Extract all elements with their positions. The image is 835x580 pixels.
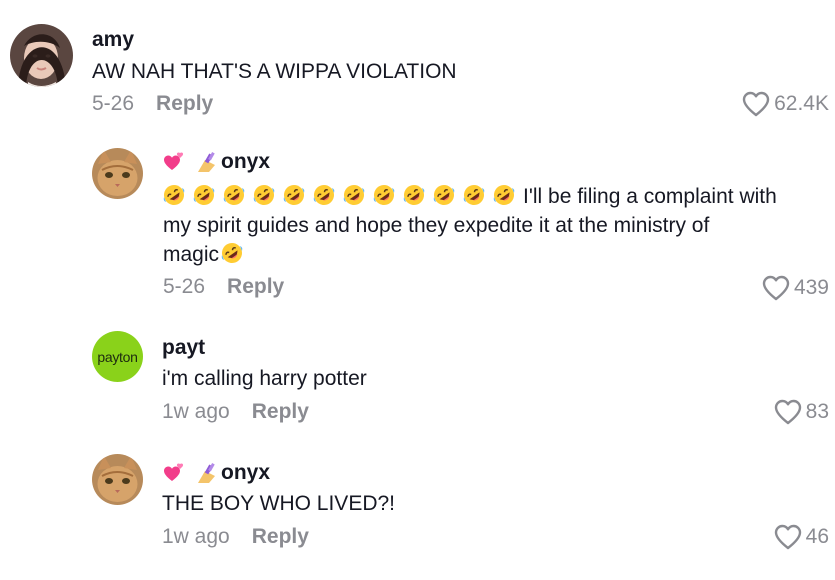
text-line-3: magic (163, 240, 828, 269)
heart-outline-icon (762, 275, 790, 301)
comment-text-onyx-2: THE BOY WHO LIVED?! (162, 492, 395, 515)
like-count: 439 (793, 276, 829, 299)
reply-button[interactable]: Reply (252, 525, 309, 548)
rolling-on-floor-laughing-emoji-icon (343, 184, 365, 206)
sparkling-hearts-emoji-icon (163, 151, 185, 173)
rolling-on-floor-laughing-emoji-icon (283, 184, 305, 206)
text-line-2: my spirit guides and hope they expedite … (163, 214, 710, 237)
reply-button[interactable]: Reply (156, 92, 213, 115)
reply-button[interactable]: Reply (227, 275, 284, 298)
rolling-on-floor-laughing-emoji-icon (433, 184, 455, 206)
comment-meta-onyx-2: 1w ago Reply (162, 525, 309, 549)
laugh-emoji-row (163, 185, 523, 208)
nail-polish-emoji-icon (195, 151, 217, 173)
text-line-3-content: magic (163, 243, 220, 266)
comment-text-payt: i'm calling harry potter (162, 367, 367, 390)
reply-button[interactable]: Reply (252, 400, 309, 423)
avatar-amy[interactable] (10, 24, 73, 87)
like-button-payt[interactable]: 83 (774, 399, 829, 425)
comment-meta-onyx-1: 5-26 Reply (163, 275, 284, 299)
username-payt[interactable]: payt (162, 336, 205, 360)
username-amy[interactable]: amy (92, 28, 134, 52)
sparkling-hearts-emoji-icon (163, 462, 185, 484)
username-text: amy (92, 28, 135, 51)
username-text: onyx (221, 150, 271, 173)
heart-outline-icon (742, 91, 770, 117)
like-button-onyx-2[interactable]: 46 (774, 524, 829, 550)
comment-payt: payton payt i'm calling harry potter 1w … (0, 310, 835, 435)
like-count: 83 (805, 400, 829, 423)
username-text: payt (162, 336, 206, 359)
username-onyx[interactable]: onyx (163, 461, 270, 485)
like-button-amy[interactable]: 62.4K (742, 91, 829, 117)
comment-date: 5-26 (163, 275, 206, 298)
username-text: onyx (221, 461, 271, 484)
username-onyx[interactable]: onyx (163, 150, 270, 174)
rolling-on-floor-laughing-emoji-icon (463, 184, 485, 206)
avatar-onyx[interactable] (92, 148, 143, 199)
rolling-on-floor-laughing-emoji-icon (193, 184, 215, 206)
avatar-onyx[interactable] (92, 454, 143, 505)
rolling-on-floor-laughing-emoji-icon (221, 242, 243, 264)
comment-amy: amy AW NAH THAT'S A WIPPA VIOLATION 5-26… (0, 0, 835, 130)
like-count: 46 (805, 525, 829, 548)
comment-date: 1w ago (162, 400, 230, 423)
heart-outline-icon (774, 524, 802, 550)
comment-text-amy: AW NAH THAT'S A WIPPA VIOLATION (92, 60, 457, 83)
heart-outline-icon (774, 399, 802, 425)
rolling-on-floor-laughing-emoji-icon (493, 184, 515, 206)
like-count: 62.4K (774, 92, 829, 115)
text-line-1-content: I'll be filing a complaint with (523, 185, 777, 208)
comment-text-onyx-1: I'll be filing a complaint with my spiri… (163, 182, 828, 269)
comment-date: 1w ago (162, 525, 230, 548)
comment-onyx-1: onyx I'll be filing a complaint with my … (0, 130, 835, 310)
rolling-on-floor-laughing-emoji-icon (163, 184, 185, 206)
avatar-text: payton (97, 348, 138, 365)
nail-polish-emoji-icon (195, 462, 217, 484)
comment-onyx-2: onyx THE BOY WHO LIVED?! 1w ago Reply 46 (0, 435, 835, 580)
comment-date: 5-26 (92, 92, 135, 115)
rolling-on-floor-laughing-emoji-icon (313, 184, 335, 206)
rolling-on-floor-laughing-emoji-icon (253, 184, 275, 206)
avatar-payt[interactable]: payton (92, 331, 143, 382)
comment-meta-amy: 5-26 Reply (92, 92, 213, 116)
text-line-1: I'll be filing a complaint with (163, 182, 828, 211)
rolling-on-floor-laughing-emoji-icon (223, 184, 245, 206)
like-button-onyx-1[interactable]: 439 (762, 275, 829, 301)
rolling-on-floor-laughing-emoji-icon (403, 184, 425, 206)
rolling-on-floor-laughing-emoji-icon (373, 184, 395, 206)
comment-meta-payt: 1w ago Reply (162, 400, 309, 424)
